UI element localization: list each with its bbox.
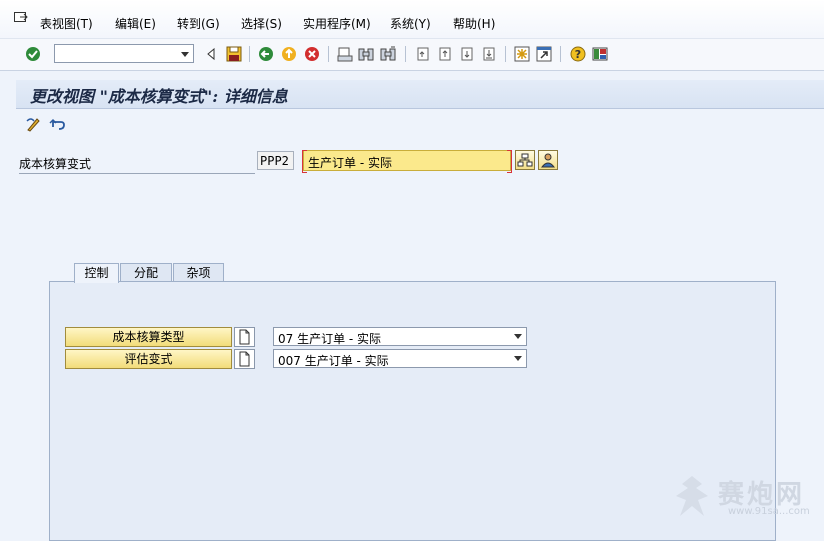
hierarchy-button[interactable]	[515, 150, 535, 170]
display-change-icon[interactable]	[25, 115, 43, 133]
menu-table-view[interactable]: 表视图(T)	[40, 15, 93, 32]
chevron-down-icon[interactable]	[514, 334, 522, 339]
exit-icon[interactable]	[280, 45, 298, 63]
menu-utilities[interactable]: 实用程序(M)	[303, 15, 371, 32]
costing-variant-code: PPP2	[257, 151, 294, 170]
shortcut-icon[interactable]	[535, 45, 553, 63]
standard-toolbar: ?	[0, 38, 824, 71]
costing-type-select[interactable]: 07 生产订单 - 实际	[273, 327, 527, 346]
tab-panel-control	[49, 281, 776, 541]
watermark-url: www.91sa...com	[728, 506, 810, 517]
last-page-icon[interactable]	[480, 45, 498, 63]
new-session-icon[interactable]	[513, 45, 531, 63]
menu-goto[interactable]: 转到(G)	[177, 15, 220, 32]
costing-variant-description-field[interactable]: 生产订单 - 实际	[302, 150, 512, 173]
menu-selection[interactable]: 选择(S)	[241, 15, 282, 32]
costing-type-detail-button[interactable]	[234, 327, 255, 347]
first-page-icon[interactable]	[414, 45, 432, 63]
valuation-variant-value: 007 生产订单 - 实际	[278, 354, 389, 368]
toolbar-separator	[505, 46, 506, 62]
chevron-down-icon[interactable]	[514, 356, 522, 361]
print-icon[interactable]	[336, 45, 354, 63]
menu-bar: 表视图(T) 编辑(E) 转到(G) 选择(S) 实用程序(M) 系统(Y) 帮…	[0, 0, 824, 38]
page-title: 更改视图 "成本核算变式": 详细信息	[30, 87, 288, 106]
back-icon[interactable]	[257, 45, 275, 63]
menu-system[interactable]: 系统(Y)	[390, 15, 431, 32]
title-bar: 更改视图 "成本核算变式": 详细信息	[16, 80, 824, 109]
valuation-variant-button[interactable]: 评估变式	[65, 349, 232, 369]
toolbar-separator	[328, 46, 329, 62]
toolbar-separator	[560, 46, 561, 62]
required-bracket-right	[507, 150, 512, 173]
valuation-variant-detail-button[interactable]	[234, 349, 255, 369]
costing-variant-description: 生产订单 - 实际	[308, 156, 392, 170]
costing-type-value: 07 生产订单 - 实际	[278, 332, 382, 346]
cancel-icon[interactable]	[303, 45, 321, 63]
undo-icon[interactable]	[49, 115, 67, 133]
svg-text:?: ?	[575, 48, 581, 61]
help-icon[interactable]: ?	[569, 45, 587, 63]
back-arrow-icon[interactable]	[203, 45, 221, 63]
application-toolbar	[16, 112, 824, 138]
next-page-icon[interactable]	[458, 45, 476, 63]
costing-type-button[interactable]: 成本核算类型	[65, 327, 232, 347]
person-icon	[540, 153, 556, 168]
previous-page-icon[interactable]	[436, 45, 454, 63]
system-menu-icon[interactable]	[14, 12, 28, 24]
valuation-variant-select[interactable]: 007 生产订单 - 实际	[273, 349, 527, 368]
watermark-logo-icon	[676, 476, 708, 516]
find-next-icon[interactable]	[379, 45, 397, 63]
layout-icon[interactable]	[591, 45, 609, 63]
save-icon[interactable]	[225, 45, 243, 63]
enter-icon[interactable]	[24, 45, 42, 63]
document-icon	[239, 329, 250, 345]
command-field[interactable]	[54, 44, 194, 63]
required-bracket-left	[302, 150, 307, 173]
user-button[interactable]	[538, 150, 558, 170]
costing-variant-label: 成本核算变式	[19, 155, 255, 174]
menu-help[interactable]: 帮助(H)	[453, 15, 495, 32]
find-icon[interactable]	[357, 45, 375, 63]
chevron-down-icon[interactable]	[181, 52, 189, 57]
tab-control[interactable]: 控制	[74, 263, 119, 283]
watermark: 赛炮网 www.91sa...com	[670, 470, 820, 526]
tab-assignment[interactable]: 分配	[120, 263, 172, 282]
hierarchy-icon	[517, 153, 533, 167]
toolbar-separator	[405, 46, 406, 62]
menu-edit[interactable]: 编辑(E)	[115, 15, 156, 32]
tab-miscellaneous[interactable]: 杂项	[173, 263, 224, 282]
document-icon	[239, 351, 250, 367]
toolbar-separator	[249, 46, 250, 62]
